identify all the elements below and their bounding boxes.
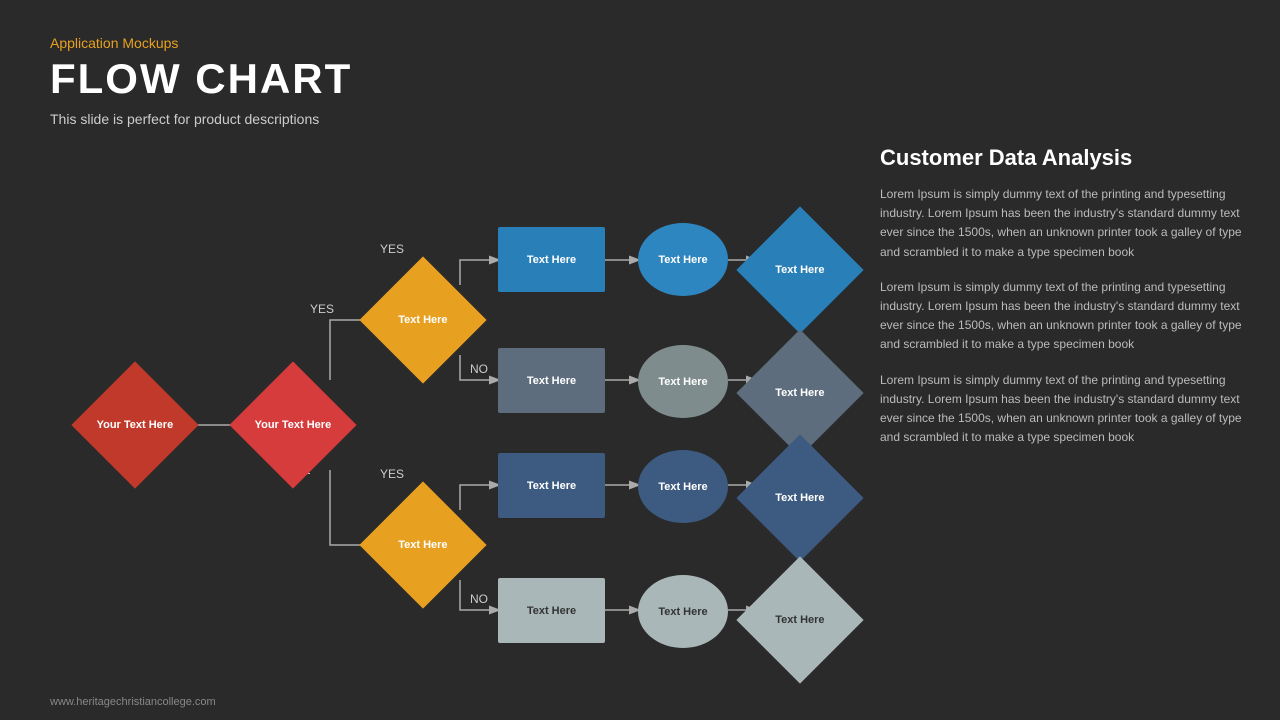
no-top-box1-label: Text Here (527, 375, 576, 387)
no-bot-diamond3-label: Text Here (760, 613, 840, 627)
panel-para3: Lorem Ipsum is simply dummy text of the … (880, 371, 1250, 448)
panel-para1: Lorem Ipsum is simply dummy text of the … (880, 185, 1250, 262)
yes-top-box1: Text Here (498, 227, 605, 292)
slide: Application Mockups FLOW CHART This slid… (0, 0, 1280, 720)
yes-bot-box1: Text Here (498, 453, 605, 518)
panel-para2: Lorem Ipsum is simply dummy text of the … (880, 278, 1250, 355)
footer-url: www.heritagechristiancollege.com (50, 696, 216, 708)
no-bot-box1: Text Here (498, 578, 605, 643)
svg-text:NO: NO (470, 362, 488, 376)
yes-bot-circle-label: Text Here (658, 481, 707, 493)
panel-title: Customer Data Analysis (880, 145, 1250, 171)
yes-top-diamond3-label: Text Here (760, 263, 840, 277)
no-top-diamond3-label: Text Here (760, 386, 840, 400)
yes-top-circle: Text Here (638, 223, 728, 296)
svg-text:YES: YES (310, 302, 334, 316)
svg-text:NO: NO (470, 592, 488, 606)
page-title: FLOW CHART (50, 55, 352, 103)
subtitle: This slide is perfect for product descri… (50, 111, 352, 127)
node3-bot-label: Text Here (383, 538, 463, 552)
yes-bot-circle: Text Here (638, 450, 728, 523)
yes-bot-diamond3-label: Text Here (760, 491, 840, 505)
yes-top-box1-label: Text Here (527, 254, 576, 266)
no-top-circle-label: Text Here (658, 376, 707, 388)
node2-label: Your Text Here (253, 418, 333, 432)
no-bot-circle-label: Text Here (658, 606, 707, 618)
no-bot-box1-label: Text Here (527, 605, 576, 617)
node1-label: Your Text Here (95, 418, 175, 432)
no-bot-circle: Text Here (638, 575, 728, 648)
right-panel: Customer Data Analysis Lorem Ipsum is si… (880, 145, 1250, 463)
svg-text:YES: YES (380, 467, 404, 481)
flowchart: YES NO YES NO YES NO Your Text Here Your… (30, 155, 850, 705)
no-top-circle: Text Here (638, 345, 728, 418)
app-label: Application Mockups (50, 35, 352, 51)
node3-top-label: Text Here (383, 313, 463, 327)
no-top-box1: Text Here (498, 348, 605, 413)
svg-text:YES: YES (380, 242, 404, 256)
yes-top-circle-label: Text Here (658, 254, 707, 266)
header: Application Mockups FLOW CHART This slid… (50, 35, 352, 127)
yes-bot-box1-label: Text Here (527, 480, 576, 492)
